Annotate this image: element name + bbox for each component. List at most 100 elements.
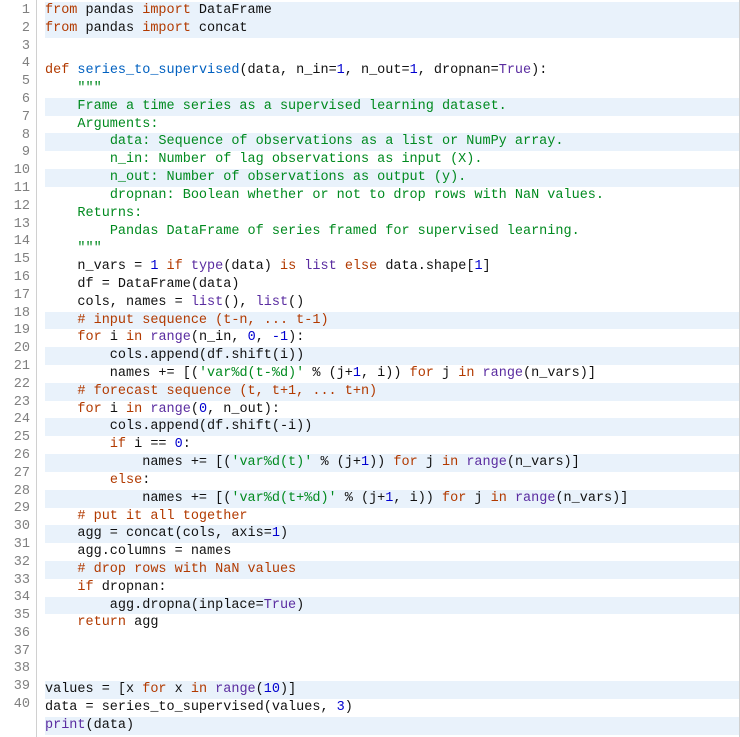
code-line: # input sequence (t-n, ... t-1) [45,312,739,330]
code-token: range [515,491,556,506]
code-token: True [264,598,296,613]
code-token: 1 [410,63,418,78]
code-token: for [142,682,166,697]
code-token: pandas [77,3,142,18]
line-number-gutter: 1234567891011121314151617181920212223242… [0,0,37,737]
line-number: 13 [0,216,30,234]
code-token: Returns: [77,206,142,221]
line-number: 22 [0,376,30,394]
code-token [45,206,77,221]
code-token: )] [280,682,296,697]
line-number: 23 [0,394,30,412]
line-number: 10 [0,162,30,180]
code-line: df = DataFrame(data) [45,276,739,294]
code-token: dropnan: Boolean whether or not to drop … [110,188,604,203]
code-token: list [191,295,223,310]
code-line: return agg [45,614,739,632]
code-token: , dropnan= [418,63,499,78]
line-number: 9 [0,144,30,162]
code-line: dropnan: Boolean whether or not to drop … [45,187,739,205]
code-line: n_out: Number of observations as output … [45,169,739,187]
code-token [45,402,77,417]
line-number: 21 [0,358,30,376]
code-token: # input sequence (t-n, ... t-1) [77,313,328,328]
code-token: True [499,63,531,78]
code-token: type [191,259,223,274]
line-number: 4 [0,55,30,73]
code-token: i == [126,437,175,452]
code-token: range [150,402,191,417]
code-token: def [45,63,69,78]
code-token: , n_out= [345,63,410,78]
line-number: 15 [0,251,30,269]
code-token: in [458,366,474,381]
code-token: i [102,402,126,417]
code-line: # put it all together [45,508,739,526]
line-number: 28 [0,483,30,501]
code-token: (data) [223,259,280,274]
code-token: for [393,455,417,470]
code-token [45,313,77,328]
code-token [337,259,345,274]
line-number: 18 [0,305,30,323]
code-token: , i)) [393,491,442,506]
code-token: ] [483,259,491,274]
code-token: data = series_to_supervised(values, [45,700,337,715]
code-line: Pandas DataFrame of series framed for su… [45,223,739,241]
code-token: j [434,366,458,381]
code-line: Returns: [45,205,739,223]
code-token: % (j+ [304,366,353,381]
code-token [45,241,77,256]
code-token [45,99,77,114]
code-token: for [410,366,434,381]
code-token [474,366,482,381]
code-token: Arguments: [77,117,158,132]
code-token [45,580,77,595]
code-token: (n_vars)] [523,366,596,381]
code-token: # drop rows with NaN values [77,562,296,577]
code-line: agg.dropna(inplace=True) [45,597,739,615]
code-token: in [191,682,207,697]
code-line: def series_to_supervised(data, n_in=1, n… [45,62,739,80]
code-token: 'var%d(t-%d)' [199,366,304,381]
code-token: in [442,455,458,470]
code-token: ( [191,402,199,417]
code-token: % (j+ [312,455,361,470]
code-token: series_to_supervised [77,63,239,78]
code-line: for i in range(n_in, 0, -1): [45,329,739,347]
line-number: 8 [0,127,30,145]
code-token [45,437,110,452]
code-line: for i in range(0, n_out): [45,401,739,419]
code-token: data.shape[ [377,259,474,274]
code-line: # drop rows with NaN values [45,561,739,579]
code-token [507,491,515,506]
code-token: j [466,491,490,506]
code-line: n_vars = 1 if type(data) is list else da… [45,258,739,276]
line-number: 5 [0,73,30,91]
code-token: # put it all together [77,509,247,524]
code-token: , i)) [361,366,410,381]
line-number: 14 [0,233,30,251]
line-number: 37 [0,643,30,661]
code-token: dropnan: [94,580,167,595]
code-token: list [304,259,336,274]
code-line: if i == 0: [45,436,739,454]
code-token: if [167,259,183,274]
line-number: 38 [0,660,30,678]
code-line: agg = concat(cols, axis=1) [45,525,739,543]
code-token: values = [x [45,682,142,697]
code-token [45,134,110,149]
code-line: agg.columns = names [45,543,739,561]
code-token: is [280,259,296,274]
code-line: """ [45,80,739,98]
code-token: in [491,491,507,506]
code-token: : [142,473,150,488]
line-number: 35 [0,607,30,625]
code-token: import [142,3,191,18]
code-token: 'var%d(t+%d)' [231,491,336,506]
code-token: return [77,615,126,630]
code-token: agg [126,615,158,630]
code-token: pandas [77,21,142,36]
code-line: from pandas import concat [45,20,739,38]
code-line: data: Sequence of observations as a list… [45,133,739,151]
